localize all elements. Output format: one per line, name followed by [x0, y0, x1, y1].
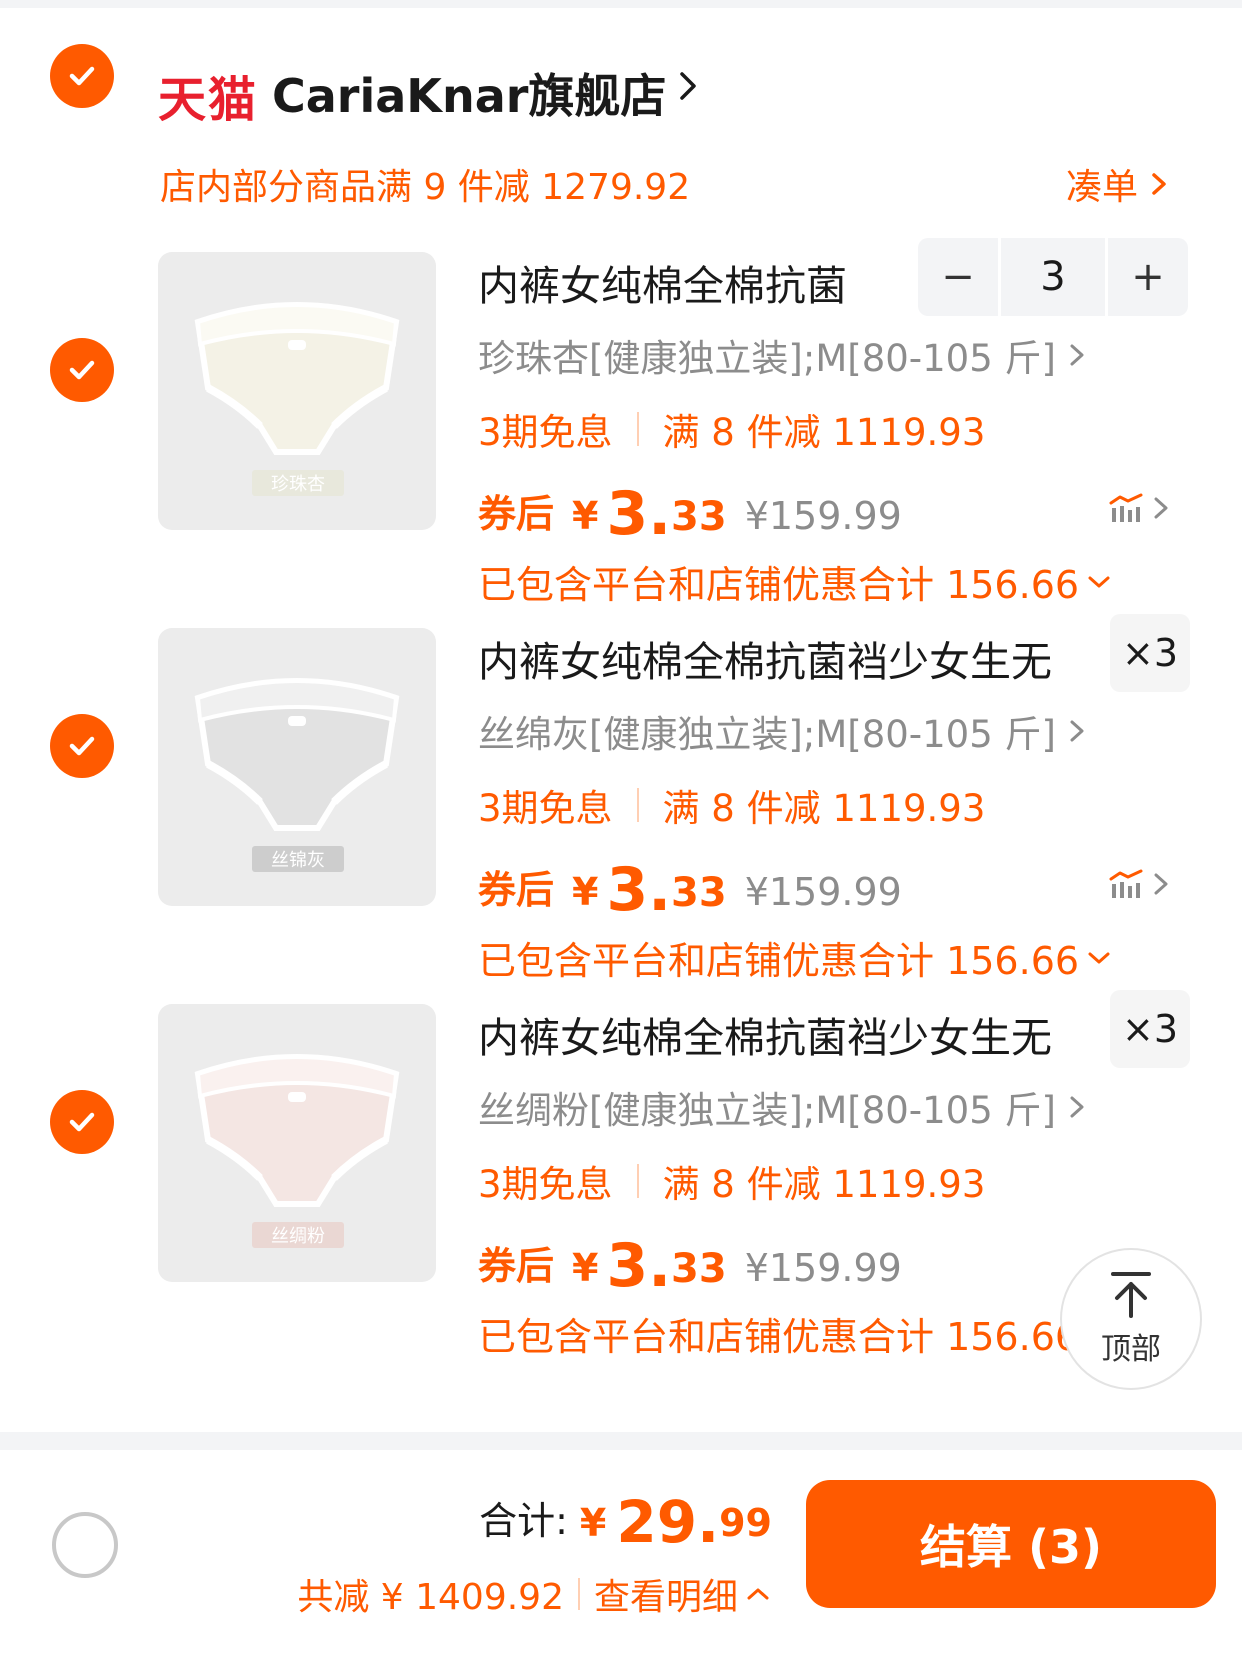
price-row: 券后 ¥ 3. 33 ¥159.99	[478, 850, 902, 920]
chevron-down-icon	[1088, 952, 1110, 963]
price-row: 券后 ¥ 3. 33 ¥159.99	[478, 474, 902, 544]
discount-breakdown-toggle[interactable]: 已包含平台和店铺优惠合计 156.66	[478, 1306, 1113, 1361]
currency-symbol: ¥	[572, 494, 599, 538]
promo-tags: 3期免息 满 8 件减 1119.93	[478, 1154, 985, 1208]
tag-divider	[636, 412, 639, 446]
price-integer: 3.	[606, 855, 672, 925]
after-coupon-label: 券后	[478, 492, 555, 536]
variant-text: 丝绸粉[健康独立装];M[80-105 斤]	[478, 1089, 1056, 1132]
multi-buy-tag: 满 8 件减 1119.93	[662, 411, 986, 454]
price-decimal: 33	[671, 870, 727, 916]
price-decimal: 33	[671, 1246, 727, 1292]
price-integer: 3.	[606, 479, 672, 549]
variant-selector[interactable]: 珍珠杏[健康独立装];M[80-105 斤]	[478, 328, 1088, 382]
total-price: 合计: ¥ 29. 99	[479, 1490, 772, 1553]
original-price: ¥159.99	[744, 1246, 902, 1290]
cart-store-card: 天猫 CariaKnar旗舰店 店内部分商品满 9 件减 1279.92 凑单 …	[0, 8, 1242, 1432]
increase-quantity-button[interactable]: +	[1108, 238, 1188, 316]
promo-tags: 3期免息 满 8 件减 1119.93	[478, 402, 985, 456]
add-on-items-link[interactable]: 凑单	[1066, 158, 1172, 210]
store-promo-text: 店内部分商品满 9 件减 1279.92	[160, 167, 691, 208]
after-coupon-label: 券后	[478, 1244, 555, 1288]
chevron-right-icon	[1152, 173, 1166, 195]
variant-selector[interactable]: 丝绵灰[健康独立装];M[80-105 斤]	[478, 704, 1088, 758]
checkout-bar: 合计: ¥ 29. 99 共减 ¥ 1409.92 查看明细 结算 (3)	[0, 1450, 1242, 1655]
discount-note: 已包含平台和店铺优惠合计 156.66	[478, 939, 1080, 983]
cart-item: 珍珠杏 内裤女纯棉全棉抗菌 − 3 + 珍珠杏[健康独立装];M[80-105 …	[0, 238, 1242, 612]
multi-buy-tag: 满 8 件减 1119.93	[662, 787, 986, 830]
tag-divider	[636, 788, 639, 822]
tag-divider	[636, 1164, 639, 1198]
original-price: ¥159.99	[744, 494, 902, 538]
decrease-quantity-button[interactable]: −	[918, 238, 998, 316]
quantity-badge[interactable]: ×3	[1110, 990, 1190, 1068]
price-chart-icon	[1109, 869, 1143, 898]
store-name-link[interactable]: CariaKnar旗舰店	[272, 60, 666, 126]
checkout-button[interactable]: 结算 (3)	[806, 1480, 1216, 1608]
chevron-right-icon	[1070, 344, 1084, 366]
cart-item: 丝绸粉 内裤女纯棉全棉抗菌裆少女生无 ×3 丝绸粉[健康独立装];M[80-10…	[0, 990, 1242, 1364]
installment-tag: 3期免息	[478, 411, 613, 454]
total-integer: 29.	[616, 1488, 720, 1556]
installment-tag: 3期免息	[478, 1163, 613, 1206]
after-coupon-label: 券后	[478, 868, 555, 912]
product-thumbnail[interactable]: 丝锦灰	[158, 628, 436, 906]
discount-breakdown-toggle[interactable]: 已包含平台和店铺优惠合计 156.66	[478, 554, 1113, 609]
currency-symbol: ¥	[572, 870, 599, 914]
back-to-top-button[interactable]: 顶部	[1060, 1248, 1202, 1390]
promo-tags: 3期免息 满 8 件减 1119.93	[478, 778, 985, 832]
chevron-right-icon	[1154, 873, 1168, 895]
chevron-right-icon	[1070, 1096, 1084, 1118]
price-trend-button[interactable]	[1108, 868, 1172, 900]
chevron-right-icon[interactable]	[668, 66, 708, 106]
discount-note: 已包含平台和店铺优惠合计 156.66	[478, 563, 1080, 607]
total-decimal: 99	[719, 1501, 772, 1545]
multi-buy-tag: 满 8 件减 1119.93	[662, 1163, 986, 1206]
add-on-items-label: 凑单	[1065, 167, 1138, 208]
thumbnail-color-label: 珍珠杏	[252, 470, 344, 496]
view-details-link[interactable]: 查看明细	[594, 1568, 738, 1620]
quantity-input[interactable]: 3	[998, 238, 1108, 316]
arrow-up-icon	[1111, 1272, 1151, 1318]
variant-text: 丝绵灰[健康独立装];M[80-105 斤]	[478, 713, 1056, 756]
checkmark-icon	[69, 66, 95, 86]
currency-symbol: ¥	[579, 1501, 607, 1545]
saving-divider	[577, 1578, 580, 1610]
cart-item: 丝锦灰 内裤女纯棉全棉抗菌裆少女生无 ×3 丝绵灰[健康独立装];M[80-10…	[0, 614, 1242, 988]
product-title[interactable]: 内裤女纯棉全棉抗菌	[478, 252, 847, 312]
thumbnail-color-label: 丝绸粉	[252, 1222, 344, 1248]
price-decimal: 33	[671, 494, 727, 540]
price-trend-button[interactable]	[1108, 492, 1172, 524]
select-all-checkbox[interactable]	[52, 1512, 118, 1578]
quantity-badge[interactable]: ×3	[1110, 614, 1190, 692]
chevron-right-icon	[1070, 720, 1084, 742]
product-title[interactable]: 内裤女纯棉全棉抗菌裆少女生无	[478, 1004, 1052, 1064]
discount-note: 已包含平台和店铺优惠合计 156.66	[478, 1315, 1080, 1359]
chevron-down-icon	[1088, 576, 1110, 587]
price-chart-icon	[1109, 493, 1143, 522]
chevron-up-icon[interactable]	[744, 1582, 772, 1606]
currency-symbol: ¥	[572, 1246, 599, 1290]
total-label: 合计:	[479, 1499, 568, 1543]
original-price: ¥159.99	[744, 870, 902, 914]
quantity-stepper: − 3 +	[918, 238, 1188, 316]
total-saving: 共减 ¥ 1409.92	[297, 1577, 564, 1618]
product-thumbnail[interactable]: 丝绸粉	[158, 1004, 436, 1282]
variant-selector[interactable]: 丝绸粉[健康独立装];M[80-105 斤]	[478, 1080, 1088, 1134]
tmall-logo: 天猫	[158, 72, 259, 128]
product-title[interactable]: 内裤女纯棉全棉抗菌裆少女生无	[478, 628, 1052, 688]
installment-tag: 3期免息	[478, 787, 613, 830]
price-row: 券后 ¥ 3. 33 ¥159.99	[478, 1226, 902, 1296]
discount-breakdown-toggle[interactable]: 已包含平台和店铺优惠合计 156.66	[478, 930, 1113, 985]
store-select-checkbox[interactable]	[50, 44, 114, 108]
back-to-top-label: 顶部	[1101, 1332, 1161, 1367]
price-integer: 3.	[606, 1231, 672, 1301]
variant-text: 珍珠杏[健康独立装];M[80-105 斤]	[478, 337, 1056, 380]
chevron-right-icon	[1154, 497, 1168, 519]
product-thumbnail[interactable]: 珍珠杏	[158, 252, 436, 530]
saving-summary: 共减 ¥ 1409.92 查看明细	[297, 1568, 772, 1620]
thumbnail-color-label: 丝锦灰	[252, 846, 344, 872]
